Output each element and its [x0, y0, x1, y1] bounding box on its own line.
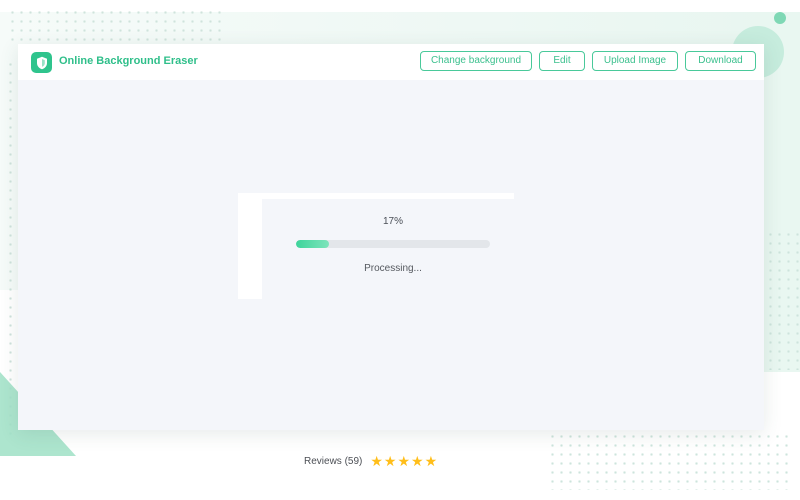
reviews-count: Reviews (59): [304, 455, 363, 467]
dot-pattern: [766, 230, 800, 370]
rating-stars: ★ ★ ★ ★ ★: [370, 454, 437, 468]
progress-bar: [296, 240, 490, 248]
star-icon: ★: [411, 453, 424, 469]
dot-pattern: [8, 8, 224, 42]
processing-status: Processing...: [364, 263, 422, 274]
star-icon: ★: [383, 453, 397, 469]
edit-button[interactable]: Edit: [539, 51, 585, 71]
shield-icon: [31, 52, 52, 73]
page: Online Background Eraser Change backgrou…: [0, 0, 800, 500]
app-window: Online Background Eraser Change backgrou…: [18, 44, 764, 430]
progress-bar-fill: [296, 240, 329, 248]
upload-image-button[interactable]: Upload Image: [592, 51, 678, 71]
reviews: Reviews (59) ★ ★ ★ ★ ★: [304, 454, 437, 468]
dot-pattern: [548, 432, 788, 490]
star-icon: ★: [397, 453, 411, 469]
app-title: Online Background Eraser: [59, 55, 198, 67]
processing-card-edge: [238, 199, 262, 299]
processing-card-edge: [238, 193, 514, 199]
download-button[interactable]: Download: [685, 51, 756, 71]
app-header: Online Background Eraser Change backgrou…: [18, 44, 764, 80]
progress-percent: 17%: [382, 216, 403, 227]
decorative-circle-small: [774, 12, 786, 24]
star-icon: ★: [424, 453, 438, 469]
change-background-button[interactable]: Change background: [420, 51, 532, 71]
star-icon: ★: [370, 453, 383, 469]
